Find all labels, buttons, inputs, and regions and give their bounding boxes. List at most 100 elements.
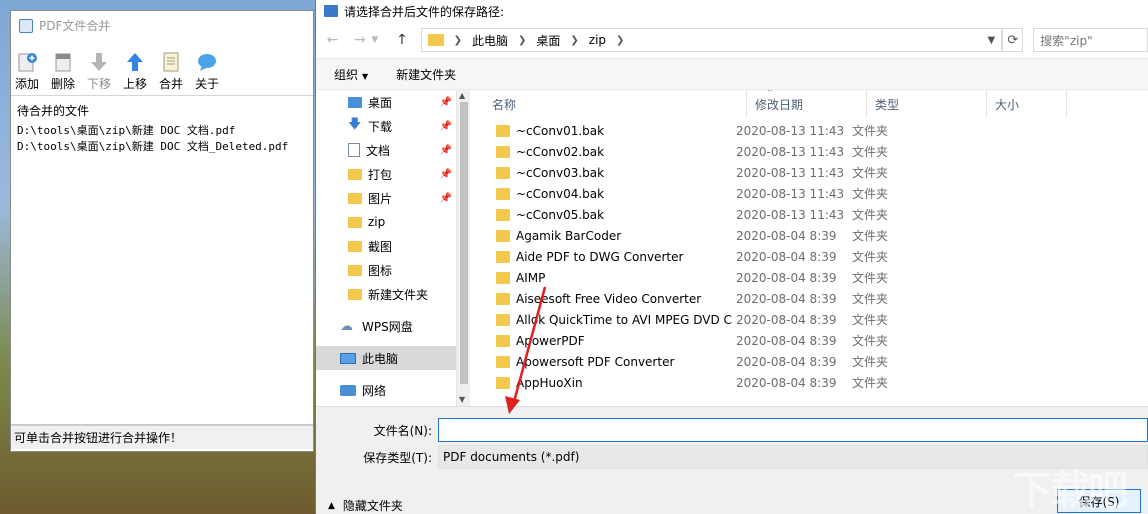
delete-file-icon (51, 50, 75, 74)
column-modified-date[interactable]: 修改日期 (747, 90, 867, 118)
table-row[interactable]: ~cConv04.bak 2020-08-13 11:43 文件夹 (470, 183, 1148, 204)
nav-item-downloads[interactable]: 🡇 下载 📌 (316, 114, 456, 138)
save-file-dialog: 请选择合并后文件的保存路径: ← → ▼ ↑ ❯ 此电脑 ❯ 桌面 ❯ zip … (315, 0, 1148, 514)
scroll-down-icon[interactable]: ▼ (459, 395, 465, 404)
nav-item-label: 网络 (362, 383, 387, 398)
pin-icon: 📌 (439, 168, 452, 180)
chevron-right-icon[interactable]: ❯ (616, 35, 624, 46)
table-row[interactable]: ~cConv01.bak 2020-08-13 11:43 文件夹 (470, 120, 1148, 141)
table-row[interactable]: Apowersoft PDF Converter 2020-08-04 8:39 文… (470, 351, 1148, 372)
folder-icon (496, 145, 510, 158)
table-row[interactable]: AppHuoXin 2020-08-04 8:39 文件夹 (470, 372, 1148, 393)
chevron-right-icon[interactable]: ❯ (518, 35, 526, 46)
nav-item-label: 图片 (368, 191, 393, 206)
nav-item-icons[interactable]: 图标 (316, 258, 456, 282)
dialog-title-bar: 请选择合并后文件的保存路径: (316, 0, 1148, 22)
folder-icon (496, 271, 510, 284)
filename-input[interactable] (438, 418, 1148, 442)
address-row: ← → ▼ ↑ ❯ 此电脑 ❯ 桌面 ❯ zip ❯ ▼ ⟳ 搜索"zip" (316, 22, 1148, 58)
add-button[interactable]: 添加 (13, 50, 41, 92)
move-up-button[interactable]: 上移 (121, 50, 149, 92)
recent-chevron-icon[interactable]: ▼ (366, 35, 383, 45)
folder-icon (496, 166, 510, 179)
about-button[interactable]: 关于 (193, 50, 221, 92)
refresh-icon[interactable]: ⟳ (1002, 28, 1024, 52)
chevron-right-icon[interactable]: ❯ (454, 35, 462, 46)
nav-item-pack[interactable]: 打包 📌 (316, 162, 456, 186)
row-date: 2020-08-04 8:39 (736, 228, 837, 243)
row-type: 文件夹 (852, 250, 889, 264)
table-row[interactable]: Aiseesoft Free Video Converter 2020-08-04… (470, 288, 1148, 309)
nav-item-documents[interactable]: 文档 📌 (316, 138, 456, 162)
about-bubble-icon (195, 50, 219, 74)
table-row[interactable]: ApowerPDF 2020-08-04 8:39 文件夹 (470, 330, 1148, 351)
dialog-icon (324, 5, 338, 17)
table-row[interactable]: ~cConv02.bak 2020-08-13 11:43 文件夹 (470, 141, 1148, 162)
move-down-button[interactable]: 下移 (85, 50, 113, 92)
merge-file-list[interactable]: 待合并的文件 D:\tools\桌面\zip\新建 DOC 文档.pdf D:\… (11, 96, 313, 425)
row-name: Agamik BarCoder (516, 228, 622, 243)
row-name: AppHuoXin (516, 375, 583, 390)
app-title: PDF文件合并 (39, 19, 111, 33)
nav-item-network[interactable]: 网络 (316, 378, 456, 402)
row-type: 文件夹 (852, 208, 889, 222)
column-name[interactable]: 名称 (470, 90, 747, 118)
nav-item-zip[interactable]: zip (316, 210, 456, 234)
up-arrow-icon[interactable]: ↑ (393, 32, 410, 48)
table-row[interactable]: ~cConv05.bak 2020-08-13 11:43 文件夹 (470, 204, 1148, 225)
row-name: AIMP (516, 270, 546, 285)
folder-icon (496, 355, 510, 368)
folder-icon (427, 34, 444, 46)
delete-button[interactable]: 删除 (49, 50, 77, 92)
nav-item-wps-cloud[interactable]: ☁ WPS网盘 (316, 314, 456, 338)
row-date: 2020-08-04 8:39 (736, 249, 837, 264)
back-arrow-icon[interactable]: ← (324, 32, 341, 48)
row-date: 2020-08-04 8:39 (736, 375, 837, 390)
address-bar[interactable]: ❯ 此电脑 ❯ 桌面 ❯ zip ❯ ▼ (420, 28, 1003, 52)
pin-icon: 📌 (439, 96, 452, 108)
breadcrumb-this-pc[interactable]: 此电脑 (472, 32, 508, 49)
filename-row: 文件名(N): (316, 417, 1148, 443)
search-input[interactable]: 搜索"zip" (1033, 28, 1148, 52)
nav-item-screenshots[interactable]: 截图 (316, 234, 456, 258)
nav-item-label: 桌面 (368, 95, 393, 110)
row-name: Aide PDF to DWG Converter (516, 249, 684, 264)
file-list-item[interactable]: D:\tools\桌面\zip\新建 DOC 文档_Deleted.pdf (17, 139, 307, 155)
nav-item-desktop[interactable]: 桌面 📌 (316, 90, 456, 114)
computer-icon (340, 352, 356, 364)
table-row[interactable]: ~cConv03.bak 2020-08-13 11:43 文件夹 (470, 162, 1148, 183)
row-type: 文件夹 (852, 187, 889, 201)
navigation-scrollbar[interactable]: ▲ ▼ (456, 90, 470, 406)
scrollbar-thumb[interactable] (460, 102, 468, 384)
table-row[interactable]: Aide PDF to DWG Converter 2020-08-04 8:39… (470, 246, 1148, 267)
column-type[interactable]: 类型 (867, 90, 987, 118)
nav-item-new-folder[interactable]: 新建文件夹 (316, 282, 456, 306)
row-name: Aiseesoft Free Video Converter (516, 291, 702, 306)
add-file-icon (15, 50, 39, 74)
column-size[interactable]: 大小 (987, 90, 1067, 118)
file-list-item[interactable]: D:\tools\桌面\zip\新建 DOC 文档.pdf (17, 123, 307, 139)
new-folder-button[interactable]: 新建文件夹 (396, 66, 456, 83)
watermark-logo: 下载吧 (1012, 468, 1128, 514)
chevron-down-icon[interactable]: ▼ (988, 35, 996, 46)
nav-item-label: 新建文件夹 (368, 287, 429, 302)
breadcrumb-zip[interactable]: zip (589, 33, 606, 47)
nav-item-pictures[interactable]: 图片 📌 (316, 186, 456, 210)
about-button-label: 关于 (194, 77, 219, 91)
hide-folders-toggle[interactable]: ▲ 隐藏文件夹 (328, 497, 403, 514)
table-row[interactable]: Agamik BarCoder 2020-08-04 8:39 文件夹 (470, 225, 1148, 246)
nav-item-label: 图标 (368, 263, 393, 278)
folder-icon (496, 313, 510, 326)
arrow-down-icon (87, 50, 111, 74)
file-browser: 桌面 📌 🡇 下载 📌 文档 📌 打包 📌 图片 📌 zip 截图 图标 新建文… (316, 90, 1148, 406)
file-rows: ~cConv01.bak 2020-08-13 11:43 文件夹 ~cConv02… (470, 118, 1148, 393)
table-row[interactable]: AIMP 2020-08-04 8:39 文件夹 (470, 267, 1148, 288)
nav-item-this-pc[interactable]: 此电脑 (316, 346, 456, 370)
chevron-right-icon[interactable]: ❯ (570, 35, 578, 46)
breadcrumb-desktop[interactable]: 桌面 (536, 32, 560, 49)
table-row[interactable]: Allok QuickTime to AVI MPEG DVD C... 2020… (470, 309, 1148, 330)
document-icon (348, 143, 360, 157)
scroll-up-icon[interactable]: ▲ (459, 91, 465, 100)
organize-menu[interactable]: 组织 ▼ (334, 66, 368, 83)
merge-button[interactable]: 合并 (157, 50, 185, 92)
